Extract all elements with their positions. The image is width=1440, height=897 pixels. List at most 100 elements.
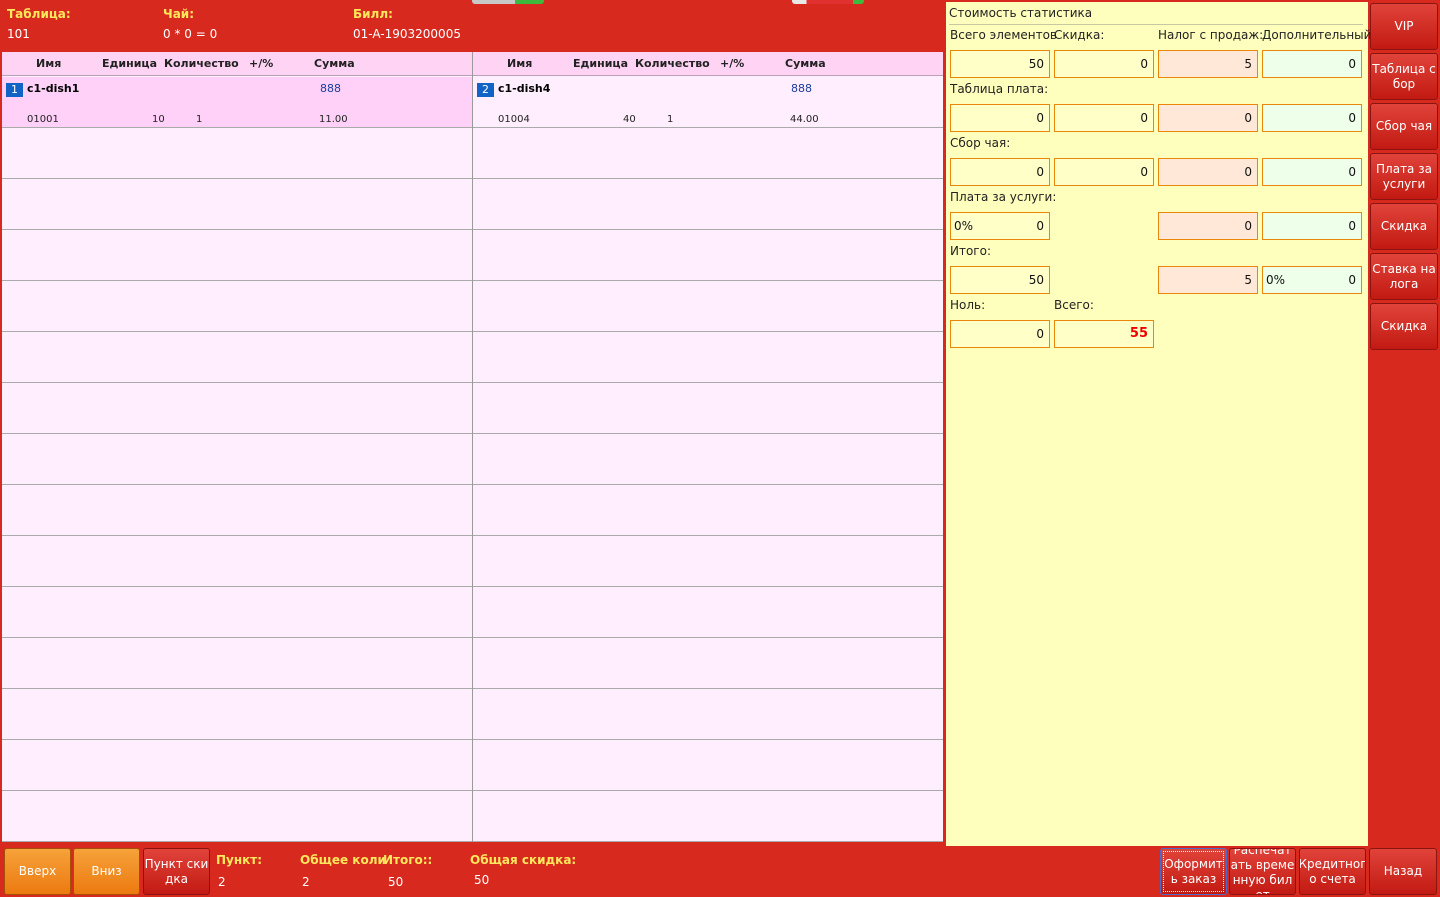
service-fee-button[interactable]: Плата за услуги [1370, 153, 1438, 200]
label-sales-tax: Налог с продаж: [1158, 28, 1264, 42]
empty-row[interactable] [473, 281, 943, 332]
order-list-right[interactable]: Имя Единица Количество +/% Сумма 2 c1-di… [473, 52, 943, 842]
empty-row[interactable] [2, 638, 472, 689]
field-table-fee-total[interactable]: 0 [950, 104, 1050, 132]
up-button[interactable]: Вверх [4, 848, 71, 895]
field-items-extra[interactable]: 0 [1262, 50, 1362, 78]
print-temp-bill-button[interactable]: Распечат ать време нную бил ет [1229, 848, 1296, 895]
empty-row[interactable] [473, 128, 943, 179]
item-qty: 1 [196, 114, 203, 125]
item-price: 888 [791, 82, 812, 95]
empty-row[interactable] [473, 536, 943, 587]
discount-button-2[interactable]: Скидка [1370, 303, 1438, 350]
empty-row[interactable] [2, 383, 472, 434]
label-zero: Ноль: [950, 298, 986, 312]
empty-row[interactable] [2, 740, 472, 791]
empty-row[interactable] [473, 332, 943, 383]
field-items-discount[interactable]: 0 [1054, 50, 1154, 78]
empty-row[interactable] [2, 536, 472, 587]
empty-row[interactable] [2, 791, 472, 842]
empty-row[interactable] [2, 587, 472, 638]
item-qty: 1 [667, 114, 674, 125]
field-tea-fee-extra[interactable]: 0 [1262, 158, 1362, 186]
label-discount: Скидка: [1054, 28, 1105, 42]
field-subtotal[interactable]: 50 [950, 266, 1050, 294]
bill-value: 01-A-1903200005 [353, 27, 461, 41]
cost-statistics-panel: Стоимость статистика Всего элементов Ски… [946, 2, 1371, 846]
field-grand-total[interactable]: 55 [1054, 320, 1154, 348]
col-name: Имя [36, 57, 62, 70]
item-name: c1-dish1 [27, 82, 80, 95]
label-table-fee: Таблица плата: [950, 82, 1049, 96]
empty-row[interactable] [473, 791, 943, 842]
item-value: 2 [218, 875, 226, 889]
down-button[interactable]: Вниз [73, 848, 140, 895]
field-tea-fee-discount[interactable]: 0 [1054, 158, 1154, 186]
header-bar: Таблица: 101 Чай: 0 * 0 = 0 Билл: 01-A-1… [0, 0, 946, 50]
credit-account-button[interactable]: Кредитног о счета [1299, 848, 1366, 895]
col-qty: Количество [164, 57, 239, 70]
print-temp-bill-label: Распечат ать време нную бил ет [1230, 848, 1295, 895]
back-button[interactable]: Назад [1369, 848, 1437, 895]
subtotal-extra-value: 0 [1348, 273, 1356, 287]
field-subtotal-tax[interactable]: 5 [1158, 266, 1258, 294]
label-grand-total: Всего: [1054, 298, 1094, 312]
field-items-tax[interactable]: 5 [1158, 50, 1258, 78]
empty-row[interactable] [473, 485, 943, 536]
empty-row[interactable] [2, 230, 472, 281]
item-discount-button[interactable]: Пункт ски дка [143, 848, 210, 895]
empty-row[interactable] [473, 689, 943, 740]
subtotal-value: 50 [388, 875, 404, 889]
empty-row[interactable] [473, 383, 943, 434]
order-item-row[interactable]: 1 c1-dish1 888 01001 10 1 11.00 [2, 77, 472, 128]
empty-row[interactable] [473, 179, 943, 230]
tea-label: Чай: [163, 7, 195, 21]
tea-value: 0 * 0 = 0 [163, 27, 218, 41]
empty-row[interactable] [2, 281, 472, 332]
label-subtotal: Итого: [950, 244, 991, 258]
field-zero[interactable]: 0 [950, 320, 1050, 348]
table-fee-button[interactable]: Таблица с бор [1370, 53, 1438, 100]
empty-row[interactable] [2, 485, 472, 536]
place-order-button[interactable]: Оформит ь заказ [1160, 848, 1227, 895]
field-table-fee-extra[interactable]: 0 [1262, 104, 1362, 132]
field-subtotal-extra[interactable]: 0% 0 [1262, 266, 1362, 294]
item-sum: 11.00 [319, 114, 348, 125]
field-table-fee-discount[interactable]: 0 [1054, 104, 1154, 132]
empty-row[interactable] [473, 587, 943, 638]
empty-row[interactable] [473, 434, 943, 485]
item-price: 888 [320, 82, 341, 95]
field-table-fee-tax[interactable]: 0 [1158, 104, 1258, 132]
label-service-fee: Плата за услуги: [950, 190, 1057, 204]
tax-rate-button[interactable]: Ставка на лога [1370, 253, 1438, 300]
empty-row[interactable] [2, 179, 472, 230]
empty-row[interactable] [2, 332, 472, 383]
table-label: Таблица: [7, 7, 71, 21]
empty-row[interactable] [473, 638, 943, 689]
empty-row[interactable] [2, 434, 472, 485]
field-items-total[interactable]: 50 [950, 50, 1050, 78]
empty-row[interactable] [2, 128, 472, 179]
service-fee-value: 0 [1036, 219, 1044, 233]
empty-row[interactable] [473, 230, 943, 281]
subtotal-extra-percent: 0% [1266, 273, 1286, 287]
empty-row[interactable] [2, 689, 472, 740]
vip-button[interactable]: VIP [1370, 3, 1438, 50]
empty-row[interactable] [473, 740, 943, 791]
col-sum: Сумма [314, 57, 355, 70]
field-tea-fee-tax[interactable]: 0 [1158, 158, 1258, 186]
discount-button[interactable]: Скидка [1370, 203, 1438, 250]
tea-fee-button[interactable]: Сбор чая [1370, 103, 1438, 150]
field-service-fee[interactable]: 0% 0 [950, 212, 1050, 240]
service-fee-percent: 0% [954, 219, 974, 233]
field-tea-fee-total[interactable]: 0 [950, 158, 1050, 186]
field-service-fee-tax[interactable]: 0 [1158, 212, 1258, 240]
col-sum: Сумма [785, 57, 826, 70]
stats-divider [949, 24, 1363, 25]
order-item-row[interactable]: 2 c1-dish4 888 01004 40 1 44.00 [473, 77, 943, 128]
field-service-fee-extra[interactable]: 0 [1262, 212, 1362, 240]
col-qty: Количество [635, 57, 710, 70]
item-code: 01004 [498, 114, 530, 125]
header-decoration [472, 0, 544, 4]
order-list-left[interactable]: Имя Единица Количество +/% Сумма 1 c1-di… [2, 52, 472, 842]
